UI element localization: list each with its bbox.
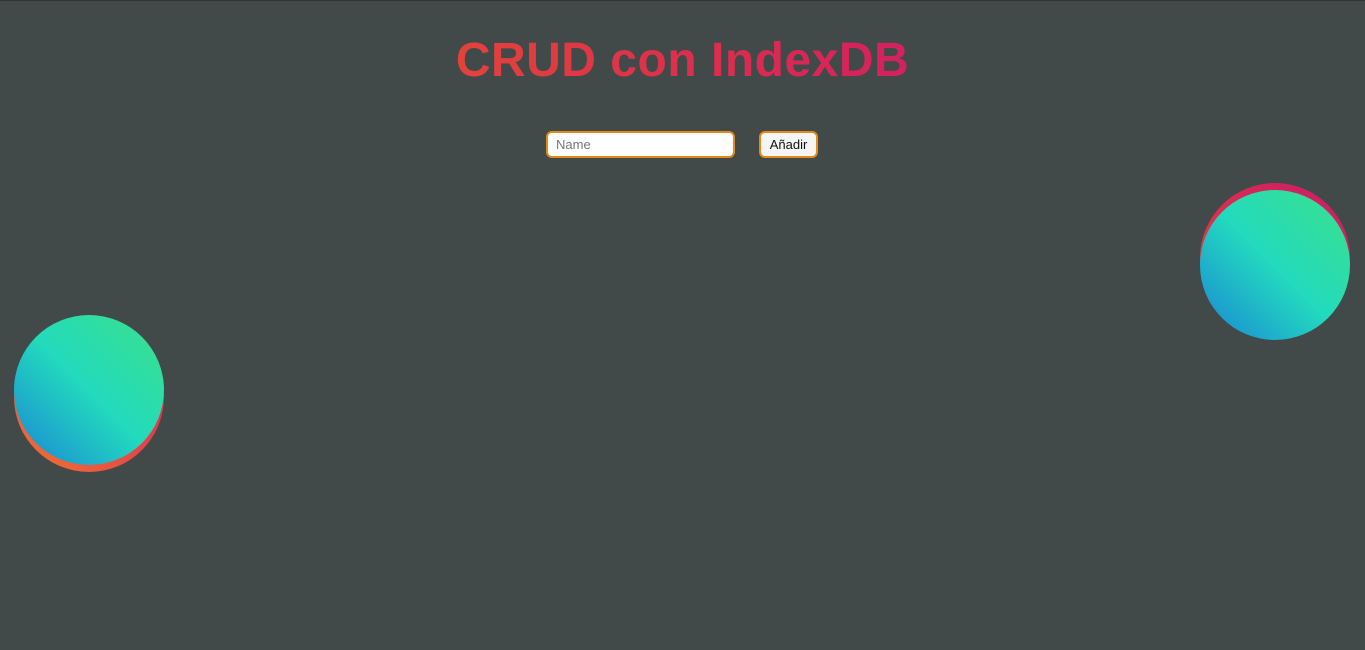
page-title-text: CRUD con IndexDB bbox=[455, 34, 910, 87]
top-border-line bbox=[0, 0, 1365, 1]
ball-face bbox=[1200, 190, 1350, 340]
ball-face bbox=[14, 315, 164, 465]
decorative-ball-left bbox=[14, 315, 164, 472]
name-input[interactable] bbox=[546, 131, 735, 158]
page-title: CRUD con IndexDB bbox=[0, 33, 1365, 89]
decorative-ball-right bbox=[1200, 183, 1350, 340]
add-button[interactable]: Añadir bbox=[759, 131, 818, 158]
